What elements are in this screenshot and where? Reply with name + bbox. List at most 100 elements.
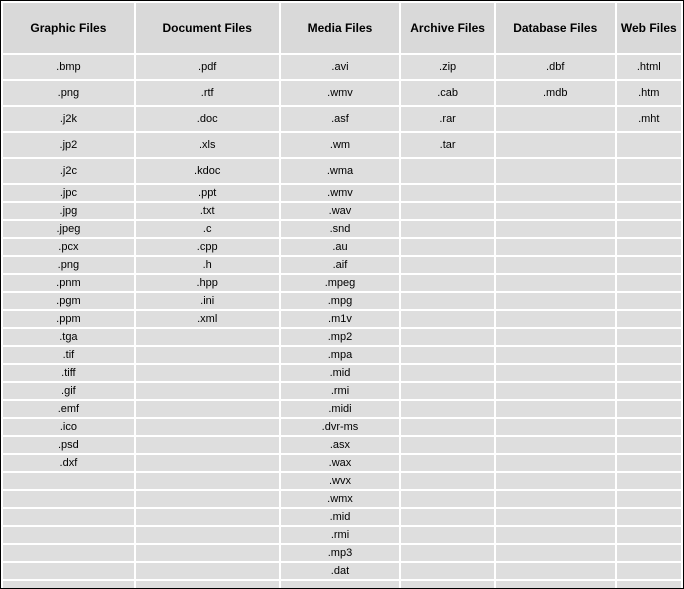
table-row: .gif.rmi xyxy=(3,383,681,399)
cell: .wvx xyxy=(281,473,400,489)
cell: .wav xyxy=(281,203,400,219)
cell xyxy=(401,365,494,381)
cell xyxy=(401,509,494,525)
table-row: .tif .mpa xyxy=(3,347,681,363)
cell: .mp3 xyxy=(281,545,400,561)
cell xyxy=(401,347,494,363)
cell: .au xyxy=(281,239,400,255)
cell xyxy=(496,401,615,417)
table-row: .bmp.pdf.avi.zip.dbf.html xyxy=(3,55,681,79)
column-header: Graphic Files xyxy=(3,3,134,53)
table-row: .tiff .mid xyxy=(3,365,681,381)
cell: .txt xyxy=(136,203,279,219)
cell xyxy=(496,203,615,219)
cell xyxy=(617,159,681,183)
cell xyxy=(136,491,279,507)
cell xyxy=(281,581,400,589)
cell xyxy=(496,293,615,309)
cell xyxy=(401,257,494,273)
cell xyxy=(401,159,494,183)
cell xyxy=(496,491,615,507)
cell xyxy=(401,275,494,291)
cell xyxy=(3,581,134,589)
cell: .pcx xyxy=(3,239,134,255)
cell xyxy=(496,437,615,453)
cell: .mid xyxy=(281,509,400,525)
cell xyxy=(617,455,681,471)
cell xyxy=(136,527,279,543)
table-row: .dxf .wax xyxy=(3,455,681,471)
cell: .pnm xyxy=(3,275,134,291)
cell: .ico xyxy=(3,419,134,435)
cell xyxy=(401,293,494,309)
cell xyxy=(496,185,615,201)
cell: .dat xyxy=(281,563,400,579)
cell: .wax xyxy=(281,455,400,471)
cell xyxy=(136,563,279,579)
cell: .midi xyxy=(281,401,400,417)
table-row: .pgm.ini.mpg xyxy=(3,293,681,309)
cell: .png xyxy=(3,81,134,105)
cell xyxy=(496,455,615,471)
cell xyxy=(617,491,681,507)
cell xyxy=(401,419,494,435)
cell: .wmv xyxy=(281,185,400,201)
cell xyxy=(496,239,615,255)
cell: .psd xyxy=(3,437,134,453)
cell xyxy=(401,401,494,417)
cell: .mpa xyxy=(281,347,400,363)
table-row: .png.rtf.wmv.cab.mdb.htm xyxy=(3,81,681,105)
table-row: .jpg.txt.wav xyxy=(3,203,681,219)
cell: .mpg xyxy=(281,293,400,309)
cell xyxy=(496,383,615,399)
cell: .png xyxy=(3,257,134,273)
cell: .pdf xyxy=(136,55,279,79)
cell: .asf xyxy=(281,107,400,131)
table-row: .pnm.hpp.mpeg xyxy=(3,275,681,291)
cell xyxy=(496,275,615,291)
cell: .jpg xyxy=(3,203,134,219)
cell: .mid xyxy=(281,365,400,381)
table-row: .wvx xyxy=(3,473,681,489)
cell: .jpeg xyxy=(3,221,134,237)
cell xyxy=(401,545,494,561)
cell: .bmp xyxy=(3,55,134,79)
cell: .cab xyxy=(401,81,494,105)
cell xyxy=(136,509,279,525)
cell: .dxf xyxy=(3,455,134,471)
cell xyxy=(496,527,615,543)
cell: .xml xyxy=(136,311,279,327)
table-row: .png.h.aif xyxy=(3,257,681,273)
cell xyxy=(617,257,681,273)
cell xyxy=(136,365,279,381)
cell xyxy=(3,527,134,543)
cell xyxy=(617,239,681,255)
cell: .snd xyxy=(281,221,400,237)
cell xyxy=(496,419,615,435)
cell xyxy=(401,563,494,579)
table-row: .j2k.doc.asf.rar.mht xyxy=(3,107,681,131)
cell xyxy=(401,311,494,327)
cell: .hpp xyxy=(136,275,279,291)
cell: .tiff xyxy=(3,365,134,381)
cell xyxy=(617,509,681,525)
cell xyxy=(401,185,494,201)
cell: .c xyxy=(136,221,279,237)
column-header: Media Files xyxy=(281,3,400,53)
cell: .m1v xyxy=(281,311,400,327)
cell xyxy=(401,203,494,219)
cell: .tif xyxy=(3,347,134,363)
table-row: .ico.dvr-ms xyxy=(3,419,681,435)
cell xyxy=(617,133,681,157)
cell xyxy=(496,509,615,525)
cell xyxy=(617,203,681,219)
cell xyxy=(496,365,615,381)
table-header: Graphic FilesDocument FilesMedia FilesAr… xyxy=(3,3,681,53)
cell xyxy=(136,347,279,363)
cell: .ppm xyxy=(3,311,134,327)
cell xyxy=(401,239,494,255)
cell xyxy=(496,329,615,345)
cell xyxy=(617,311,681,327)
cell xyxy=(496,563,615,579)
cell: .xls xyxy=(136,133,279,157)
